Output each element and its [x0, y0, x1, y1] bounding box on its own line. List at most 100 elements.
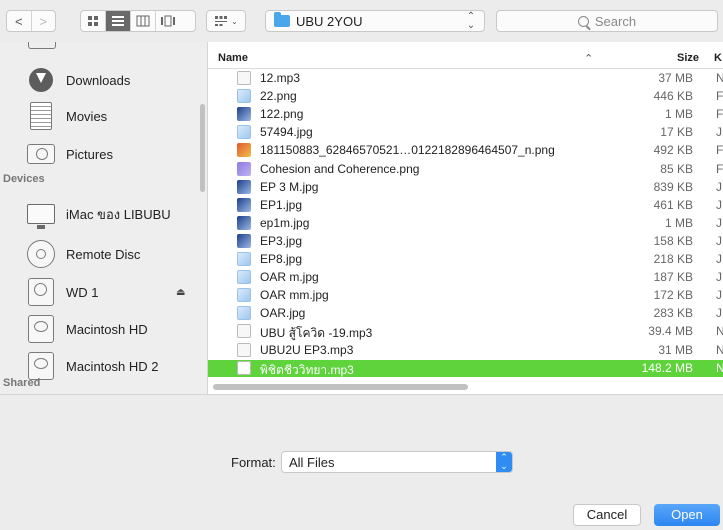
- group-by-button[interactable]: ⌄: [206, 10, 246, 32]
- file-icon: [237, 179, 251, 194]
- table-row[interactable]: 181150883_62846570521…0122182896464507_n…: [208, 142, 723, 159]
- format-label: Format:: [231, 455, 276, 470]
- column-name-header[interactable]: Name: [218, 52, 248, 64]
- sidebar-item-macintosh-hd[interactable]: Macintosh HD: [0, 311, 200, 347]
- sidebar-item-imac[interactable]: iMac ของ LIBUBU: [0, 196, 200, 232]
- partial-icon: [28, 42, 56, 49]
- file-kind: J: [716, 197, 722, 212]
- column-size-header[interactable]: Size: [677, 52, 699, 64]
- list-view-button[interactable]: [106, 11, 131, 31]
- drive-icon: [26, 277, 56, 307]
- imac-icon: [26, 199, 56, 229]
- table-row[interactable]: UBU สู้โควิด -19.mp3 39.4 MB N: [208, 323, 723, 340]
- file-name: ep1m.jpg: [260, 215, 310, 230]
- sidebar-label: Macintosh HD 2: [66, 358, 159, 374]
- file-size: 172 KB: [653, 288, 693, 303]
- table-row[interactable]: OAR m.jpg 187 KB J: [208, 269, 723, 286]
- file-kind: J: [716, 288, 722, 303]
- file-size: 17 KB: [660, 125, 693, 140]
- file-size: 187 KB: [653, 270, 693, 285]
- table-row[interactable]: 122.png 1 MB F: [208, 106, 723, 123]
- file-list: Name ⌃ Size K 12.mp3 37 MB N 22.png 446 KB F 1…: [208, 42, 723, 394]
- file-name: 122.png: [260, 107, 304, 122]
- view-mode-buttons: [80, 10, 196, 32]
- table-row[interactable]: OAR mm.jpg 172 KB J: [208, 287, 723, 304]
- search-placeholder: Search: [594, 13, 637, 29]
- file-name: Cohesion and Coherence.png: [260, 161, 420, 176]
- sidebar-item-remote-disc[interactable]: Remote Disc: [0, 236, 200, 272]
- devices-header: Devices: [3, 173, 45, 185]
- sidebar: Downloads Movies Pictures Devices iMac ข…: [0, 42, 208, 394]
- path-popup[interactable]: UBU 2YOU ⌃ ⌄: [265, 10, 485, 32]
- movies-icon: [26, 101, 56, 131]
- file-icon: [237, 197, 251, 212]
- sidebar-item-downloads[interactable]: Downloads: [0, 62, 200, 98]
- horizontal-scrollbar[interactable]: [213, 384, 468, 390]
- file-kind: J: [716, 179, 722, 194]
- column-view-button[interactable]: [131, 11, 156, 31]
- format-select[interactable]: All Files ⌃ ⌄: [281, 451, 513, 473]
- table-row[interactable]: ep1m.jpg 1 MB J: [208, 215, 723, 232]
- eject-icon[interactable]: ⏏: [176, 287, 185, 298]
- table-row[interactable]: EP3.jpg 158 KB J: [208, 233, 723, 250]
- folder-icon: [274, 12, 290, 27]
- table-row[interactable]: 12.mp3 37 MB N: [208, 70, 723, 87]
- file-size: 218 KB: [653, 252, 693, 266]
- hard-disk-icon: [26, 314, 56, 344]
- file-name: 57494.jpg: [260, 125, 313, 140]
- table-row[interactable]: EP 3 M.jpg 839 KB J: [208, 179, 723, 196]
- table-row-selected[interactable]: พิชิตชีววิทยา.mp3 148.2 MB N: [208, 359, 723, 377]
- cancel-button[interactable]: Cancel: [573, 504, 641, 526]
- table-row[interactable]: EP8.jpg 218 KB J: [208, 251, 723, 268]
- file-kind: J: [716, 215, 722, 230]
- file-name: EP3.jpg: [260, 233, 303, 248]
- sidebar-item-wd1[interactable]: WD 1 ⏏: [0, 274, 200, 310]
- open-button[interactable]: Open: [654, 504, 720, 526]
- file-kind: F: [716, 89, 723, 104]
- file-name: EP 3 M.jpg: [260, 179, 319, 194]
- column-kind-header[interactable]: K: [714, 52, 722, 64]
- download-icon: [26, 65, 56, 95]
- file-kind: F: [716, 143, 723, 158]
- path-label: UBU 2YOU: [296, 13, 363, 29]
- table-row[interactable]: Cohesion and Coherence.png 85 KB F: [208, 161, 723, 178]
- file-icon: [237, 161, 251, 176]
- back-button[interactable]: <: [7, 11, 32, 31]
- table-row[interactable]: 22.png 446 KB F: [208, 88, 723, 105]
- group-icon: [215, 16, 228, 26]
- chevron-down-icon: ⌄: [231, 16, 238, 26]
- pictures-icon: [26, 139, 56, 169]
- file-size: 1 MB: [664, 107, 693, 122]
- file-icon: [237, 306, 251, 321]
- file-icon: [237, 288, 251, 303]
- file-kind: F: [716, 161, 723, 176]
- file-name: UBU2U EP3.mp3: [260, 342, 354, 357]
- file-kind: N: [716, 71, 723, 85]
- sidebar-item-pictures[interactable]: Pictures: [0, 136, 200, 172]
- gallery-view-button[interactable]: [156, 11, 180, 31]
- sidebar-label: iMac ของ LIBUBU: [66, 206, 171, 222]
- file-size: 158 KB: [653, 233, 693, 248]
- file-size: 39.4 MB: [648, 324, 693, 339]
- table-row[interactable]: OAR.jpg 283 KB J: [208, 305, 723, 322]
- icon-view-button[interactable]: [81, 11, 106, 31]
- sidebar-scrollbar[interactable]: [200, 104, 205, 192]
- file-icon: [237, 360, 251, 375]
- table-row[interactable]: UBU2U EP3.mp3 31 MB N: [208, 342, 723, 359]
- file-icon: [237, 71, 251, 85]
- table-row[interactable]: 57494.jpg 17 KB J: [208, 124, 723, 141]
- sidebar-label: Remote Disc: [66, 246, 141, 262]
- file-size: 148.2 MB: [641, 360, 693, 375]
- file-size: 492 KB: [653, 143, 693, 158]
- forward-button[interactable]: >: [32, 11, 56, 31]
- search-field[interactable]: Search: [496, 10, 718, 32]
- up-down-arrows-icon: ⌃ ⌄: [496, 452, 512, 472]
- table-row[interactable]: EP1.jpg 461 KB J: [208, 197, 723, 214]
- file-size: 839 KB: [653, 179, 693, 194]
- gallery-icon: [161, 15, 175, 27]
- file-size: 283 KB: [653, 306, 693, 321]
- file-kind: N: [716, 324, 723, 339]
- sort-arrow-icon: ⌃: [584, 53, 594, 65]
- sidebar-item-movies[interactable]: Movies: [0, 98, 200, 134]
- file-name: OAR.jpg: [260, 306, 306, 321]
